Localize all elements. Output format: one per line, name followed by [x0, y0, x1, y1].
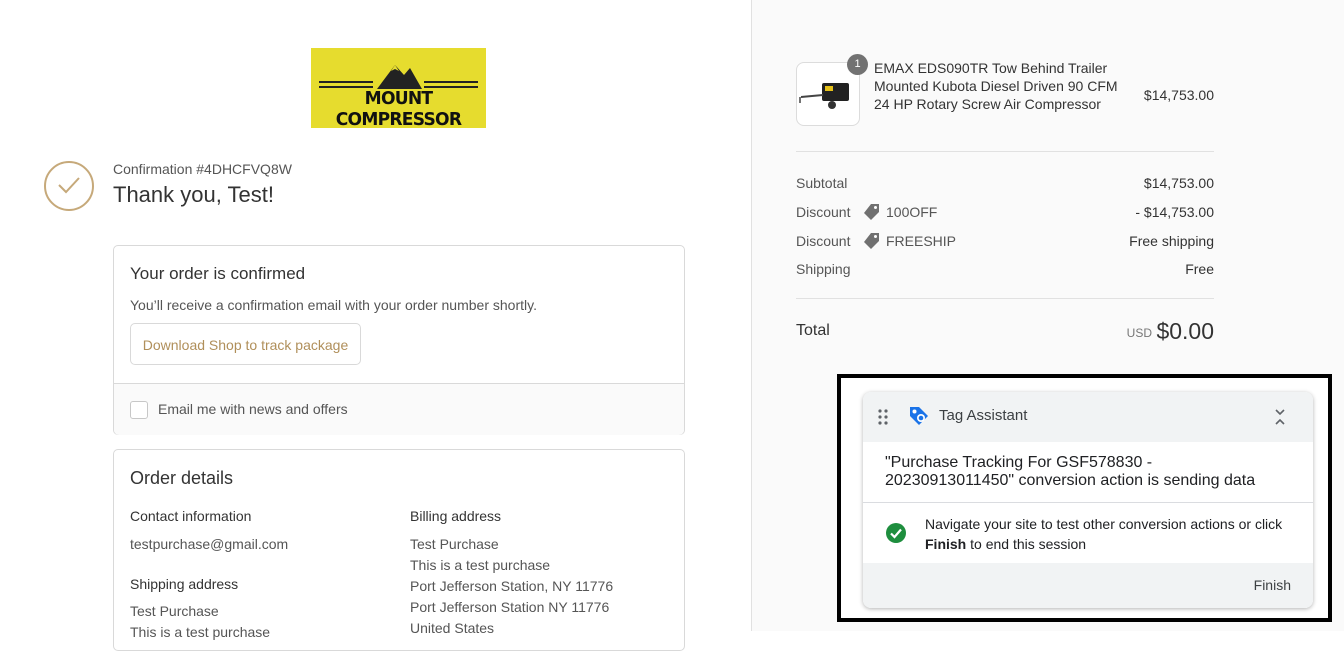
discount-code: FREESHIP: [886, 233, 957, 249]
divider: [863, 502, 1313, 503]
session-info: Navigate your site to test other convers…: [925, 514, 1295, 554]
billing-line: Port Jefferson Station NY 11776: [410, 599, 610, 615]
tag-assistant-title: Tag Assistant: [939, 407, 1028, 424]
discount-value: Free shipping: [1129, 233, 1214, 249]
tag-assistant-panel: Tag Assistant "Purchase Tracking For GSF…: [863, 392, 1313, 608]
contact-email: testpurchase@gmail.com: [130, 536, 289, 552]
newsletter-checkbox[interactable]: [130, 401, 148, 419]
tag-assistant-header: Tag Assistant: [863, 392, 1313, 442]
discount-label: Discount: [796, 204, 851, 220]
order-confirmed-title: Your order is confirmed: [130, 264, 306, 283]
billing-line: This is a test purchase: [410, 557, 551, 573]
newsletter-row[interactable]: Email me with news and offers: [114, 383, 684, 435]
session-info-text: Navigate your site to test other convers…: [925, 516, 1283, 532]
drag-handle-icon[interactable]: [877, 409, 889, 425]
page-title: Thank you, Test!: [113, 182, 275, 207]
subtotal-value: $14,753.00: [1143, 175, 1214, 191]
session-info-text: to end this session: [966, 536, 1087, 552]
download-shop-button[interactable]: Download Shop to track package: [130, 323, 361, 365]
order-details-card: Order details Contact information testpu…: [113, 449, 685, 651]
order-confirmed-card: Your order is confirmed You’ll receive a…: [113, 245, 685, 435]
tag-assistant-footer: Finish: [863, 563, 1313, 608]
success-check-icon: [886, 523, 906, 543]
shipping-heading: Shipping address: [130, 576, 239, 592]
divider: [796, 298, 1214, 299]
discount-tag-icon: [864, 233, 879, 249]
product-price: $14,753.00: [1143, 87, 1214, 103]
discount-tag-icon: [864, 204, 879, 220]
shipping-value: Free: [1185, 261, 1214, 277]
billing-line: United States: [410, 620, 495, 636]
checkout-main: MOUNT COMPRESSOR Confirmation #4DHCFVQ8W…: [0, 0, 751, 651]
billing-heading: Billing address: [410, 508, 502, 524]
contact-heading: Contact information: [130, 508, 252, 524]
session-info-finish: Finish: [925, 536, 967, 552]
tag-assistant-logo-icon: [910, 407, 928, 425]
shipping-line: Test Purchase: [130, 603, 219, 619]
discount-label: Discount: [796, 233, 851, 249]
discount-code: 100OFF: [886, 204, 938, 220]
discount-value: - $14,753.00: [1135, 204, 1214, 220]
collapse-icon[interactable]: [1274, 407, 1286, 427]
quantity-badge: 1: [847, 54, 868, 75]
subtotal-label: Subtotal: [796, 175, 848, 191]
total-label: Total: [796, 322, 830, 339]
total-amount: $0.00: [1156, 318, 1214, 344]
shipping-label: Shipping: [796, 261, 851, 277]
order-confirmed-subtitle: You’ll receive a confirmation email with…: [130, 297, 537, 313]
divider: [796, 151, 1214, 152]
total-currency: USD: [1126, 326, 1152, 340]
order-details-title: Order details: [130, 468, 234, 488]
tag-assistant-frame: Tag Assistant "Purchase Tracking For GSF…: [837, 374, 1332, 622]
shipping-line: This is a test purchase: [130, 624, 271, 640]
product-name: EMAX EDS090TR Tow Behind Trailer Mounted…: [874, 60, 1118, 112]
billing-line: Port Jefferson Station, NY 11776: [410, 578, 614, 594]
billing-line: Test Purchase: [410, 536, 499, 552]
newsletter-label[interactable]: Email me with news and offers: [158, 401, 348, 417]
finish-button[interactable]: Finish: [1254, 577, 1291, 593]
success-check-icon: [44, 161, 94, 211]
logo-text: MOUNT COMPRESSOR: [335, 88, 462, 130]
store-logo[interactable]: MOUNT COMPRESSOR: [311, 48, 486, 130]
conversion-message: "Purchase Tracking For GSF578830 - 20230…: [885, 454, 1256, 489]
confirmation-number: Confirmation #4DHCFVQ8W: [113, 161, 292, 177]
